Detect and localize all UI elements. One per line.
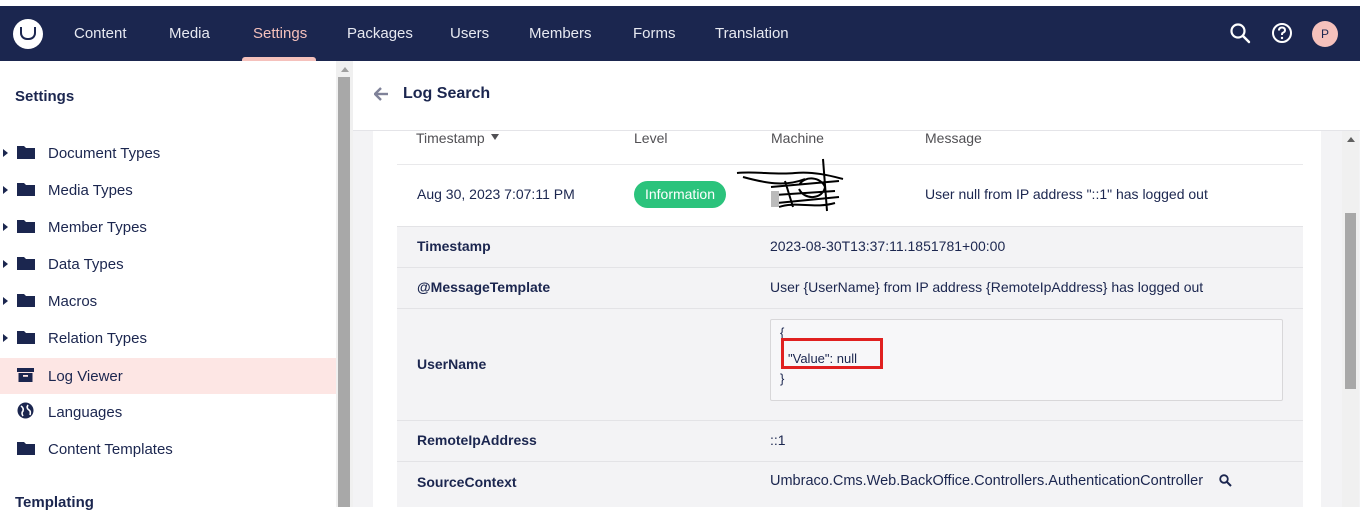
expand-caret-icon[interactable]: [3, 186, 8, 194]
sidebar: Settings Document Types Media Types Memb…: [0, 61, 336, 511]
avatar[interactable]: P: [1312, 21, 1338, 47]
nav-settings[interactable]: Settings: [253, 6, 307, 61]
detail-value-timestamp: 2023-08-30T13:37:11.1851781+00:00: [770, 238, 1006, 254]
sidebar-item-label: Data Types: [48, 255, 124, 273]
top-header: Content Media Settings Packages Users Me…: [0, 6, 1360, 61]
main-header: [353, 61, 1360, 131]
expand-caret-icon[interactable]: [3, 260, 8, 268]
nav-media[interactable]: Media: [169, 6, 210, 61]
folder-icon: [17, 144, 35, 163]
globe-icon: [17, 402, 34, 423]
sidebar-item-data-types[interactable]: Data Types: [0, 246, 336, 282]
detail-key-timestamp: Timestamp: [417, 238, 491, 254]
sidebar-item-content-templates[interactable]: Content Templates: [0, 431, 336, 467]
folder-icon: [17, 255, 35, 274]
redacted-machine-scribble: [735, 157, 847, 218]
scrollbar-thumb[interactable]: [338, 77, 350, 507]
detail-key-source-context: SourceContext: [417, 474, 517, 490]
column-header-message[interactable]: Message: [925, 130, 982, 146]
expand-caret-icon[interactable]: [3, 223, 8, 231]
folder-icon: [17, 292, 35, 311]
right-edge: [1360, 0, 1367, 507]
expand-caret-icon[interactable]: [3, 334, 8, 342]
detail-key-remote-ip: RemoteIpAddress: [417, 432, 537, 448]
main-scrollbar[interactable]: [1342, 131, 1359, 507]
header-divider: [397, 164, 1303, 165]
nav-forms[interactable]: Forms: [633, 6, 676, 61]
search-icon[interactable]: [1229, 22, 1251, 49]
scrollbar-thumb[interactable]: [1345, 213, 1356, 389]
column-header-timestamp[interactable]: Timestamp: [416, 130, 485, 146]
folder-icon: [17, 218, 35, 237]
nav-members[interactable]: Members: [529, 6, 592, 61]
entry-message[interactable]: User null from IP address "::1" has logg…: [925, 186, 1208, 202]
folder-icon: [17, 181, 35, 200]
sidebar-item-document-types[interactable]: Document Types: [0, 135, 336, 171]
sidebar-item-log-viewer[interactable]: Log Viewer: [0, 358, 336, 394]
back-arrow-icon[interactable]: [373, 87, 389, 106]
sidebar-item-media-types[interactable]: Media Types: [0, 172, 336, 208]
sidebar-item-label: Relation Types: [48, 329, 147, 347]
sidebar-scrollbar[interactable]: [336, 61, 353, 507]
json-close-brace: }: [780, 371, 785, 386]
sidebar-item-label: Media Types: [48, 181, 133, 199]
sidebar-item-languages[interactable]: Languages: [0, 394, 336, 430]
sidebar-item-label: Document Types: [48, 144, 161, 162]
nav-content[interactable]: Content: [74, 6, 127, 61]
folder-icon: [17, 440, 35, 459]
page-title: Log Search: [403, 85, 491, 102]
level-badge: Information: [634, 181, 726, 208]
detail-key-username: UserName: [417, 356, 487, 372]
sort-desc-icon[interactable]: [491, 134, 499, 140]
help-icon[interactable]: [1271, 22, 1293, 49]
sidebar-item-label: Macros: [48, 292, 98, 310]
sidebar-item-label: Languages: [48, 403, 123, 421]
entry-timestamp[interactable]: Aug 30, 2023 7:07:11 PM: [417, 186, 575, 202]
sidebar-item-relation-types[interactable]: Relation Types: [0, 320, 336, 356]
nav-packages[interactable]: Packages: [347, 6, 413, 61]
highlight-annotation: [781, 338, 883, 369]
nav-users[interactable]: Users: [450, 6, 489, 61]
expand-caret-icon[interactable]: [3, 149, 8, 157]
sidebar-item-macros[interactable]: Macros: [0, 283, 336, 319]
sidebar-item-member-types[interactable]: Member Types: [0, 209, 336, 245]
detail-value-source-context: Umbraco.Cms.Web.BackOffice.Controllers.A…: [770, 473, 1204, 489]
sidebar-item-label: Content Templates: [48, 440, 173, 458]
sidebar-title: Settings: [15, 88, 75, 105]
detail-key-message-template: @MessageTemplate: [417, 279, 551, 295]
archive-icon: [17, 367, 34, 386]
sidebar-section-templating: Templating: [15, 494, 94, 511]
detail-value-message-template: User {UserName} from IP address {RemoteI…: [770, 279, 1204, 295]
column-header-level[interactable]: Level: [634, 130, 667, 146]
column-header-machine[interactable]: Machine: [771, 130, 824, 146]
detail-value-remote-ip: ::1: [770, 432, 786, 448]
umbraco-logo-icon[interactable]: [13, 19, 43, 49]
scroll-up-icon[interactable]: [1347, 137, 1355, 142]
sidebar-item-label: Member Types: [48, 218, 147, 236]
sidebar-item-label: Log Viewer: [48, 367, 123, 385]
nav-translation[interactable]: Translation: [715, 6, 789, 61]
scroll-up-icon[interactable]: [341, 67, 349, 72]
expand-caret-icon[interactable]: [3, 297, 8, 305]
folder-icon: [17, 329, 35, 348]
search-icon[interactable]: [1219, 474, 1232, 492]
